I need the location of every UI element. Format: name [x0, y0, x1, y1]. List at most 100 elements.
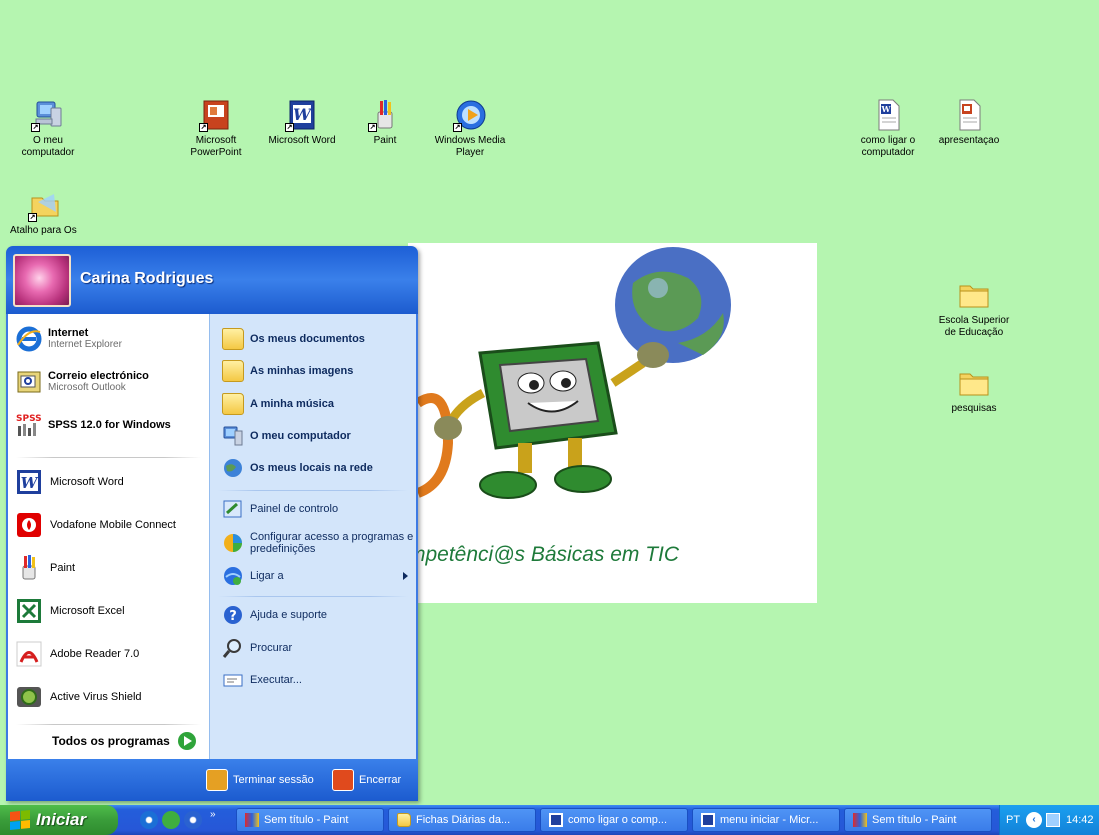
wallpaper-caption: mpetênci@s Básicas em TIC	[408, 543, 680, 566]
desktop-icon-powerpoint[interactable]: ↗ Microsoft PowerPoint	[176, 98, 256, 159]
start-button[interactable]: Iniciar	[0, 805, 118, 835]
desktop-icon-my-computer[interactable]: ↗ O meu computador	[8, 98, 88, 159]
place-label: A minha música	[250, 398, 334, 410]
wallpaper: mpetênci@s Básicas em TIC	[408, 243, 817, 603]
word-icon: W	[16, 469, 42, 495]
place-my-documents[interactable]: Os meus documentos	[222, 326, 365, 352]
svg-text:SPSS: SPSS	[16, 414, 42, 424]
desktop-icon-paint[interactable]: ↗ Paint	[345, 98, 425, 147]
powerpoint-document-icon	[952, 98, 986, 132]
svg-text:?: ?	[229, 609, 237, 624]
power-icon	[332, 769, 354, 791]
start-label: Iniciar	[36, 810, 87, 829]
run[interactable]: Executar...	[222, 667, 302, 693]
help-label: Ajuda e suporte	[250, 609, 328, 621]
desktop-icon-label: Microsoft PowerPoint	[190, 135, 242, 158]
pinned-item-title: Correio electrónico	[48, 370, 149, 382]
computer-icon	[222, 425, 244, 447]
task-button-paint-1[interactable]: Sem título - Paint	[236, 808, 384, 832]
word-icon: W ↗	[285, 98, 319, 132]
control-panel-icon	[222, 498, 244, 520]
place-label: As minhas imagens	[250, 365, 354, 377]
settings-label: Painel de controlo	[250, 503, 339, 515]
desktop-icon-label: Escola Superior de Educação	[938, 315, 1010, 338]
tray-expand-icon[interactable]: ‹	[1026, 812, 1042, 828]
start-menu-body: Internet Internet Explorer Correio elect…	[6, 314, 418, 759]
user-name: Carina Rodrigues	[80, 270, 214, 287]
virus-shield-icon	[16, 684, 42, 710]
spss-icon: SPSS	[16, 412, 42, 438]
all-programs-button[interactable]: Todos os programas	[52, 732, 196, 750]
clock[interactable]: 14:42	[1066, 814, 1094, 826]
run-label: Executar...	[250, 674, 302, 686]
logoff-button[interactable]: Terminar sessão	[206, 769, 314, 791]
language-indicator[interactable]: PT	[1006, 814, 1020, 826]
desktop-quicklaunch-icon[interactable]	[162, 811, 180, 829]
documents-folder-icon	[222, 328, 244, 350]
task-button-fichas[interactable]: Fichas Diárias da...	[388, 808, 536, 832]
settings-connect-to[interactable]: Ligar a	[222, 563, 408, 589]
word-document-icon: W	[871, 98, 905, 132]
desktop-icon-doc-como-ligar[interactable]: W como ligar o computador	[848, 98, 928, 159]
desktop-icon-word[interactable]: W ↗ Microsoft Word	[262, 98, 342, 147]
settings-label: Configurar acesso a programas e predefin…	[250, 531, 414, 555]
shutdown-button[interactable]: Encerrar	[332, 769, 401, 791]
recent-item-excel[interactable]: Microsoft Excel	[16, 593, 125, 629]
svg-text:W: W	[21, 474, 40, 492]
start-menu-left-column: Internet Internet Explorer Correio elect…	[6, 314, 209, 759]
start-menu-right-column: Os meus documentos As minhas imagens A m…	[209, 314, 418, 759]
recent-item-vodafone[interactable]: Vodafone Mobile Connect	[16, 507, 176, 543]
task-button-como-ligar[interactable]: como ligar o comp...	[540, 808, 688, 832]
overflow-chevron-icon[interactable]: »	[210, 809, 216, 820]
network-tray-icon[interactable]	[1046, 813, 1060, 827]
connect-to-icon	[222, 565, 244, 587]
desktop-icon-label: Atalho para Os	[10, 225, 77, 236]
desktop-icon-pesquisas[interactable]: pesquisas	[934, 366, 1014, 415]
wallpaper-mascot	[415, 247, 731, 499]
pinned-item-internet[interactable]: Internet Internet Explorer	[16, 324, 122, 354]
desktop-icon-media-player[interactable]: ↗ Windows Media Player	[430, 98, 510, 159]
recent-item-virus-shield[interactable]: Active Virus Shield	[16, 679, 142, 715]
task-label: como ligar o comp...	[568, 814, 668, 826]
ie-quicklaunch-icon[interactable]	[140, 811, 158, 829]
place-my-pictures[interactable]: As minhas imagens	[222, 358, 353, 384]
task-label: Sem título - Paint	[264, 814, 349, 826]
place-my-music[interactable]: A minha música	[222, 391, 334, 417]
place-network[interactable]: Os meus locais na rede	[222, 455, 373, 481]
task-button-paint-2[interactable]: Sem título - Paint	[844, 808, 992, 832]
task-label: Fichas Diárias da...	[416, 814, 511, 826]
search-icon	[222, 637, 244, 659]
program-access-icon	[222, 532, 244, 554]
svg-text:W: W	[881, 104, 892, 114]
settings-control-panel[interactable]: Painel de controlo	[222, 496, 338, 522]
recent-item-paint[interactable]: Paint	[16, 550, 75, 586]
avatar[interactable]	[13, 254, 71, 307]
internet-explorer-icon	[16, 326, 42, 352]
place-my-computer[interactable]: O meu computador	[222, 423, 351, 449]
task-label: menu iniciar - Micr...	[720, 814, 819, 826]
paint-icon: ↗	[368, 98, 402, 132]
media-player-icon: ↗	[453, 98, 487, 132]
browser-quicklaunch-icon[interactable]	[184, 811, 202, 829]
pinned-item-spss[interactable]: SPSS SPSS 12.0 for Windows	[16, 410, 171, 440]
recent-item-adobe-reader[interactable]: Adobe Reader 7.0	[16, 636, 139, 672]
desktop-icon-escola-superior[interactable]: Escola Superior de Educação	[934, 278, 1014, 339]
word-icon	[549, 813, 563, 827]
desktop-icon-label: Microsoft Word	[268, 135, 336, 146]
divider	[16, 457, 201, 458]
start-menu-footer: Terminar sessão Encerrar	[6, 759, 418, 801]
recent-item-label: Adobe Reader 7.0	[50, 648, 140, 660]
task-button-menu-iniciar[interactable]: menu iniciar - Micr...	[692, 808, 840, 832]
svg-text:W: W	[293, 105, 313, 124]
desktop-icon-atalho[interactable]: ↗ Atalho para Os	[8, 188, 88, 237]
pinned-item-text: SPSS 12.0 for Windows	[48, 419, 171, 431]
recent-item-label: Paint	[50, 562, 76, 574]
desktop-icon-apresentacao[interactable]: apresentaçao	[929, 98, 1009, 147]
settings-program-access[interactable]: Configurar acesso a programas e predefin…	[222, 526, 418, 560]
help-and-support[interactable]: ? Ajuda e suporte	[222, 602, 327, 628]
pinned-item-email[interactable]: Correio electrónico Microsoft Outlook	[16, 367, 149, 397]
search[interactable]: Procurar	[222, 635, 292, 661]
place-label: Os meus locais na rede	[250, 462, 373, 474]
settings-label: Ligar a	[250, 570, 284, 582]
recent-item-word[interactable]: W Microsoft Word	[16, 464, 124, 500]
